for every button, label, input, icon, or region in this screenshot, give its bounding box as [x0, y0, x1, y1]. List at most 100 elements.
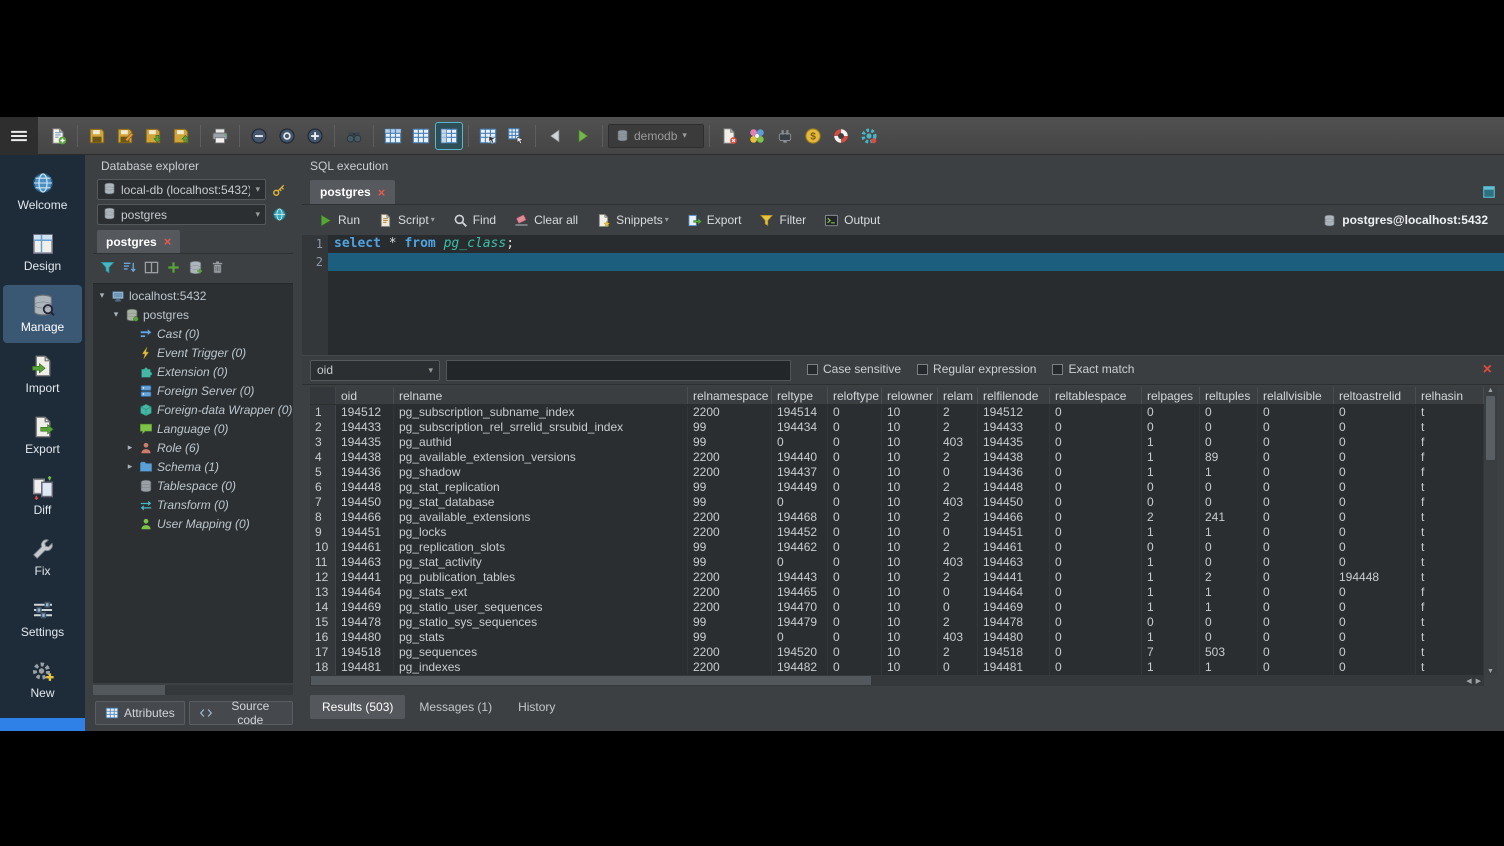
cell-relhasin[interactable]: t: [1416, 480, 1484, 495]
cell-reltoastrelid[interactable]: 194448: [1334, 570, 1416, 585]
cell-relpages[interactable]: 2: [1142, 510, 1200, 525]
add-connection-button[interactable]: [185, 257, 205, 277]
cell-relfilenode[interactable]: 194481: [978, 660, 1050, 675]
cell-reltuples[interactable]: 0: [1200, 480, 1258, 495]
cell-relfilenode[interactable]: 194480: [978, 630, 1050, 645]
tree-item-cast-0[interactable]: Cast (0): [93, 324, 293, 343]
script-button[interactable]: Script▾: [370, 209, 443, 232]
cell-relname[interactable]: pg_statio_user_sequences: [394, 600, 688, 615]
cell-relnamespace[interactable]: 2200: [688, 600, 772, 615]
cell-relname[interactable]: pg_authid: [394, 435, 688, 450]
cell-reltablespace[interactable]: 0: [1050, 600, 1142, 615]
cell-reltoastrelid[interactable]: 0: [1334, 555, 1416, 570]
cell-oid[interactable]: 194480: [336, 630, 394, 645]
cell-reltuples[interactable]: 241: [1200, 510, 1258, 525]
network-globe-button[interactable]: [269, 204, 289, 224]
cell-reltuples[interactable]: 89: [1200, 450, 1258, 465]
cell-relowner[interactable]: 10: [882, 630, 938, 645]
cell-relowner[interactable]: 10: [882, 615, 938, 630]
cell-oid[interactable]: 194435: [336, 435, 394, 450]
split-panel-button[interactable]: [141, 257, 161, 277]
new-sql-editor-button[interactable]: [44, 122, 72, 150]
cell-reltoastrelid[interactable]: 0: [1334, 510, 1416, 525]
cell-reltuples[interactable]: 1: [1200, 585, 1258, 600]
cell-reltoastrelid[interactable]: 0: [1334, 435, 1416, 450]
cell-oid[interactable]: 194478: [336, 615, 394, 630]
cell-relpages[interactable]: 0: [1142, 420, 1200, 435]
nav-forward-button[interactable]: [569, 122, 597, 150]
cell-relowner[interactable]: 10: [882, 480, 938, 495]
cell-reloftype[interactable]: 0: [828, 660, 882, 675]
activity-item-fix[interactable]: Fix: [0, 529, 85, 587]
cell-relpages[interactable]: 1: [1142, 660, 1200, 675]
activity-item-diff[interactable]: Diff: [0, 468, 85, 526]
cell-relname[interactable]: pg_publication_tables: [394, 570, 688, 585]
cell-reltoastrelid[interactable]: 0: [1334, 540, 1416, 555]
cell-relallvisible[interactable]: 0: [1258, 660, 1334, 675]
zoom-reset-button[interactable]: [273, 122, 301, 150]
cell-relname[interactable]: pg_stat_replication: [394, 480, 688, 495]
cell-reltype[interactable]: 194520: [772, 645, 828, 660]
cell-oid[interactable]: 194512: [336, 405, 394, 420]
explorer-bottom-tab-attributes[interactable]: Attributes: [95, 701, 185, 725]
table-row[interactable]: 7194450pg_stat_database99001040319445000…: [310, 495, 1484, 510]
cell-relam[interactable]: 2: [938, 540, 978, 555]
cell-reloftype[interactable]: 0: [828, 540, 882, 555]
cell-reltablespace[interactable]: 0: [1050, 405, 1142, 420]
cell-relfilenode[interactable]: 194461: [978, 540, 1050, 555]
cell-reloftype[interactable]: 0: [828, 570, 882, 585]
column-header-reltuples[interactable]: reltuples: [1200, 387, 1258, 404]
spreadsheet-view-button[interactable]: [435, 122, 463, 150]
scroll-down-arrow[interactable]: ▼: [1487, 668, 1494, 675]
cell-relfilenode[interactable]: 194436: [978, 465, 1050, 480]
cell-relam[interactable]: 403: [938, 630, 978, 645]
cell-relnamespace[interactable]: 2200: [688, 450, 772, 465]
tree-item-role-6[interactable]: ▸Role (6): [93, 438, 293, 457]
cell-relfilenode[interactable]: 194466: [978, 510, 1050, 525]
activity-item-manage[interactable]: Manage: [3, 285, 82, 343]
cell-reloftype[interactable]: 0: [828, 525, 882, 540]
cell-relpages[interactable]: 0: [1142, 615, 1200, 630]
cell-relfilenode[interactable]: 194518: [978, 645, 1050, 660]
cell-reltoastrelid[interactable]: 0: [1334, 450, 1416, 465]
cell-relowner[interactable]: 10: [882, 570, 938, 585]
search-button[interactable]: [340, 122, 368, 150]
cell-relam[interactable]: 0: [938, 465, 978, 480]
delete-object-button[interactable]: [207, 257, 227, 277]
cell-relam[interactable]: 403: [938, 435, 978, 450]
cell-reloftype[interactable]: 0: [828, 495, 882, 510]
cell-relfilenode[interactable]: 194512: [978, 405, 1050, 420]
cell-relpages[interactable]: 1: [1142, 450, 1200, 465]
cell-relnamespace[interactable]: 2200: [688, 525, 772, 540]
cell-relpages[interactable]: 0: [1142, 540, 1200, 555]
cell-relname[interactable]: pg_stats_ext: [394, 585, 688, 600]
driver-manager-button[interactable]: [771, 122, 799, 150]
table-row[interactable]: 6194448pg_stat_replication99194449010219…: [310, 480, 1484, 495]
cell-relnamespace[interactable]: 99: [688, 435, 772, 450]
cell-relfilenode[interactable]: 194441: [978, 570, 1050, 585]
cell-relallvisible[interactable]: 0: [1258, 645, 1334, 660]
cell-relnamespace[interactable]: 2200: [688, 645, 772, 660]
scrollbar-thumb[interactable]: [93, 685, 165, 695]
cell-relhasin[interactable]: t: [1416, 555, 1484, 570]
tree-toggle-icon[interactable]: ▸: [125, 442, 135, 453]
cell-reltoastrelid[interactable]: 0: [1334, 585, 1416, 600]
cell-relowner[interactable]: 10: [882, 450, 938, 465]
tree-item-foreign-server-0[interactable]: Foreign Server (0): [93, 381, 293, 400]
cell-reltuples[interactable]: 0: [1200, 615, 1258, 630]
cell-relhasin[interactable]: f: [1416, 465, 1484, 480]
cell-oid[interactable]: 194463: [336, 555, 394, 570]
cell-reltype[interactable]: 194449: [772, 480, 828, 495]
load-script-button[interactable]: [139, 122, 167, 150]
cell-relnamespace[interactable]: 2200: [688, 585, 772, 600]
cell-reltype[interactable]: 194482: [772, 660, 828, 675]
export-button[interactable]: Export: [679, 209, 750, 232]
cell-relam[interactable]: 0: [938, 585, 978, 600]
cell-relhasin[interactable]: f: [1416, 600, 1484, 615]
explorer-bottom-tab-source-code[interactable]: Source code: [189, 701, 293, 725]
column-header-reloftype[interactable]: reloftype: [828, 387, 882, 404]
commercial-button[interactable]: $: [799, 122, 827, 150]
cell-reltuples[interactable]: 0: [1200, 405, 1258, 420]
activity-item-settings[interactable]: Settings: [0, 590, 85, 648]
cell-reltuples[interactable]: 1: [1200, 525, 1258, 540]
